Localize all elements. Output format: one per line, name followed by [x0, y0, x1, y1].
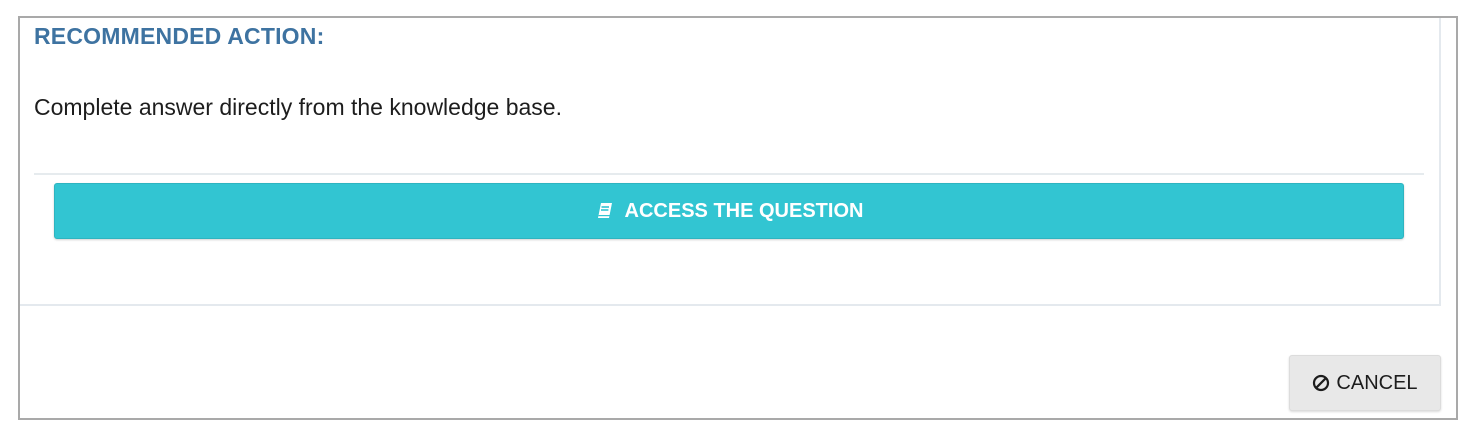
access-question-button[interactable]: ACCESS THE QUESTION: [54, 183, 1404, 239]
divider: [34, 173, 1424, 175]
modal-dialog: RECOMMENDED ACTION: Complete answer dire…: [18, 16, 1458, 420]
cancel-button[interactable]: CANCEL: [1289, 355, 1441, 411]
cancel-label: CANCEL: [1336, 371, 1418, 394]
recommended-action-panel: RECOMMENDED ACTION: Complete answer dire…: [20, 18, 1441, 306]
ban-icon: [1312, 374, 1330, 392]
access-question-label: ACCESS THE QUESTION: [624, 199, 864, 222]
section-heading: RECOMMENDED ACTION:: [34, 23, 325, 49]
recommendation-text: Complete answer directly from the knowle…: [34, 94, 562, 120]
book-icon: [595, 201, 615, 221]
